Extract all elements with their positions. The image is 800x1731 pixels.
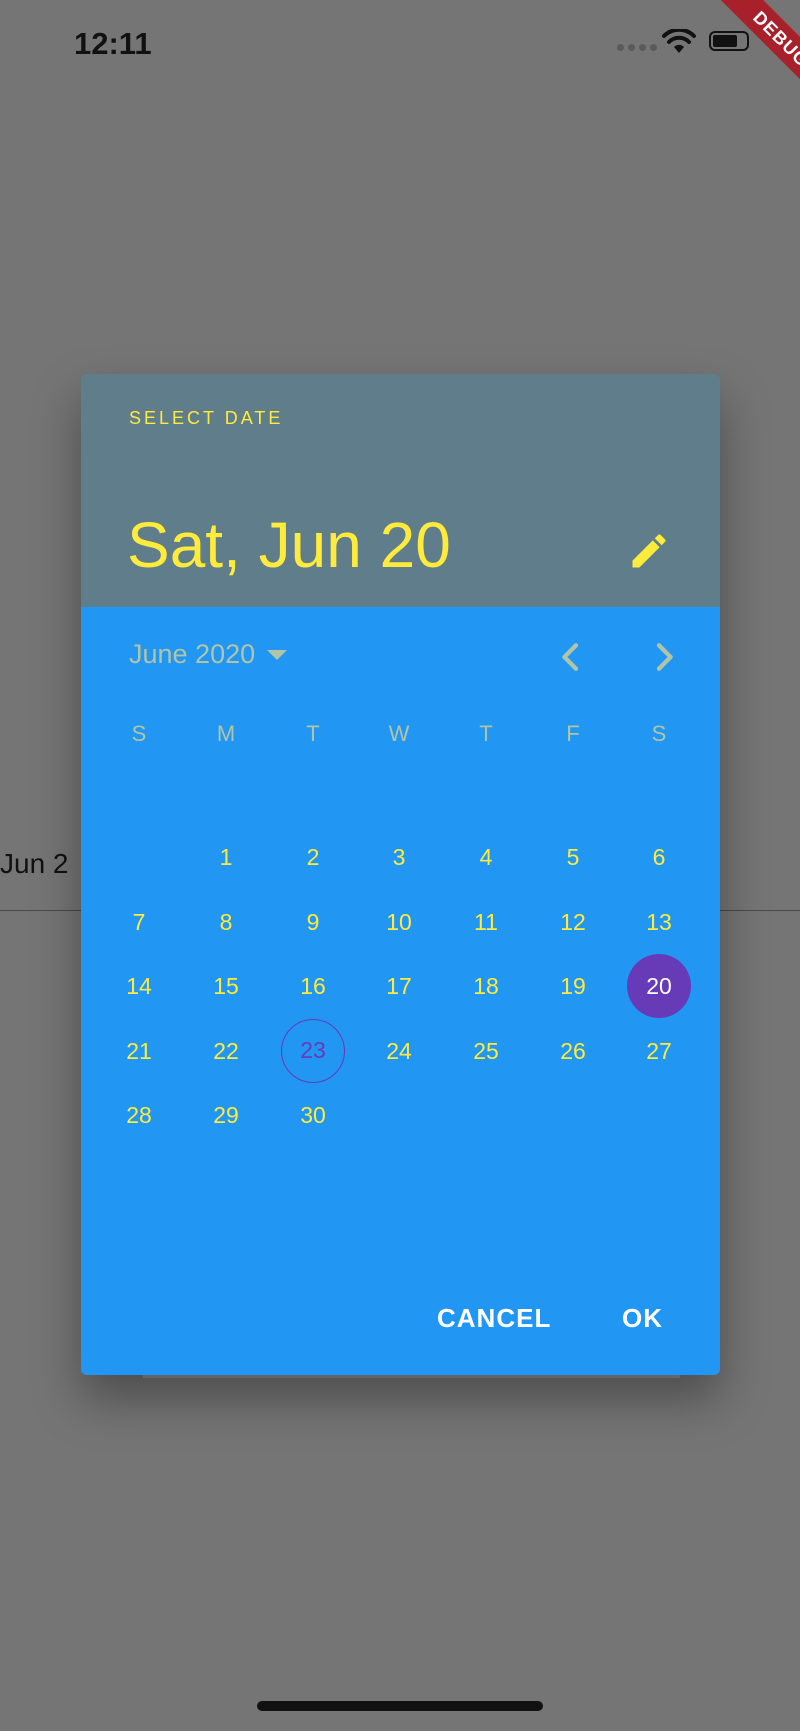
calendar-day[interactable]: 3 [367, 825, 431, 889]
calendar-day-selected[interactable]: 20 [627, 954, 691, 1018]
weekday-label: M [216, 721, 236, 746]
calendar-day[interactable]: 17 [367, 954, 431, 1018]
calendar-day[interactable]: 4 [454, 825, 518, 889]
calendar-day[interactable]: 2 [281, 825, 345, 889]
month-year-label: June 2020 [129, 639, 256, 669]
wifi-icon [662, 29, 696, 53]
calendar-day[interactable]: 24 [367, 1019, 431, 1083]
ok-button[interactable]: OK [622, 1303, 663, 1334]
calendar-day[interactable]: 7 [107, 890, 171, 954]
weekday-header-row: SMTWTFS [81, 721, 720, 761]
weekday-label: T [306, 721, 320, 746]
month-year-selector[interactable]: June 2020 [129, 639, 288, 670]
weekday-label: S [131, 721, 147, 746]
calendar-day[interactable]: 21 [107, 1019, 171, 1083]
calendar-day[interactable]: 15 [194, 954, 258, 1018]
calendar-day[interactable]: 14 [107, 954, 171, 1018]
calendar-day[interactable]: 18 [454, 954, 518, 1018]
dialog-header: SELECT DATE Sat, Jun 20 [81, 374, 720, 607]
calendar-day[interactable]: 1 [194, 825, 258, 889]
calendar-day[interactable]: 13 [627, 890, 691, 954]
previous-month-chevron-icon[interactable] [551, 637, 591, 677]
calendar-day[interactable]: 22 [194, 1019, 258, 1083]
calendar-day[interactable]: 11 [454, 890, 518, 954]
weekday-label: W [388, 721, 410, 746]
calendar-body: June 2020 SMTWTFS 1 2 3 4 5 6 7 8 9 10 11 12 13 14 15 1… [81, 607, 720, 1375]
status-time: 12:11 [74, 26, 152, 61]
dropdown-arrow-icon [267, 649, 288, 660]
calendar-day[interactable]: 9 [281, 890, 345, 954]
battery-icon [709, 31, 749, 51]
calendar-day[interactable]: 30 [281, 1083, 345, 1147]
status-bar: 12:11 [0, 0, 800, 90]
dialog-actions: CANCEL OK [81, 1275, 720, 1375]
calendar-day[interactable]: 16 [281, 954, 345, 1018]
calendar-day[interactable]: 26 [541, 1019, 605, 1083]
calendar-day[interactable]: 6 [627, 825, 691, 889]
calendar-day[interactable]: 27 [627, 1019, 691, 1083]
calendar-day[interactable]: 25 [454, 1019, 518, 1083]
selected-date-heading: Sat, Jun 20 [127, 509, 451, 581]
weekday-label: T [479, 721, 493, 746]
cancel-button[interactable]: CANCEL [437, 1303, 551, 1334]
calendar-day[interactable]: 28 [107, 1083, 171, 1147]
calendar-day-today[interactable]: 23 [281, 1018, 345, 1083]
calendar-day[interactable]: 8 [194, 890, 258, 954]
calendar-day[interactable]: 5 [541, 825, 605, 889]
calendar-day[interactable]: 10 [367, 890, 431, 954]
select-date-label: SELECT DATE [129, 408, 284, 428]
weekday-label: F [566, 721, 580, 746]
calendar-day[interactable]: 12 [541, 890, 605, 954]
home-indicator[interactable] [257, 1701, 543, 1711]
cellular-signal-icon [617, 44, 657, 51]
calendar-day[interactable]: 19 [541, 954, 605, 1018]
weekday-label: S [651, 721, 667, 746]
next-month-chevron-icon[interactable] [644, 637, 684, 677]
calendar-day[interactable]: 29 [194, 1083, 258, 1147]
background-date-field: Jun 2 [0, 848, 69, 879]
pencil-icon[interactable] [627, 529, 671, 573]
date-picker-dialog: SELECT DATE Sat, Jun 20 June 2020 S M T W T F… [81, 374, 720, 1375]
